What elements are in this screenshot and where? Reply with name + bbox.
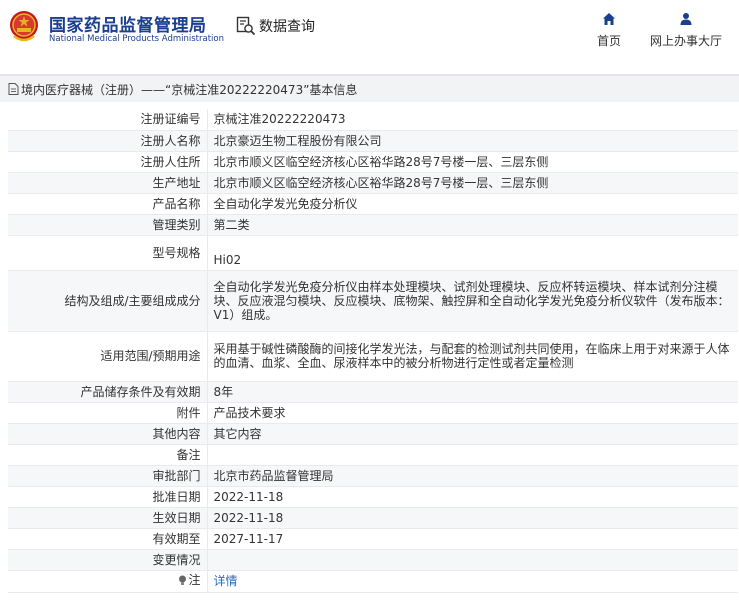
row-label: 备注	[8, 444, 207, 466]
table-row: 变更情况	[8, 549, 738, 571]
row-value: 北京市药品监督管理局	[206, 465, 738, 487]
table-row: 生效日期 2022-11-18	[8, 507, 738, 529]
row-label: 注册人住所	[8, 151, 207, 173]
row-label: 型号规格	[8, 235, 207, 271]
table-row: 适用范围/预期用途 采用基于碱性磷酸酶的间接化学发光法，与配套的检测试剂共同使用…	[8, 331, 738, 382]
row-value: 北京市顺义区临空经济核心区裕华路28号7号楼一层、三层东侧	[206, 172, 738, 194]
row-value	[206, 444, 738, 466]
row-value: 北京豪迈生物工程股份有限公司	[206, 130, 738, 152]
table-row: 其他内容 其它内容	[8, 423, 738, 445]
nav-home[interactable]: 首页	[597, 12, 621, 49]
table-row: 注册证编号 京械注准20222220473	[8, 109, 738, 131]
site-title-en: National Medical Products Administration	[49, 34, 224, 44]
table-row: 附件 产品技术要求	[8, 402, 738, 424]
row-value: Hi02	[206, 235, 738, 271]
row-label: 产品名称	[8, 193, 207, 215]
row-label: 产品储存条件及有效期	[8, 381, 207, 403]
row-value: 8年	[206, 381, 738, 403]
row-value: 2022-11-18	[206, 507, 738, 529]
document-icon	[8, 83, 19, 95]
row-label: 适用范围/预期用途	[8, 331, 207, 382]
table-row: 备注	[8, 444, 738, 466]
row-value	[206, 549, 738, 571]
table-row: 注 详情	[8, 570, 738, 593]
table-row: 注册人住所 北京市顺义区临空经济核心区裕华路28号7号楼一层、三层东侧	[8, 151, 738, 173]
row-value: 采用基于碱性磷酸酶的间接化学发光法，与配套的检测试剂共同使用，在临床上用于对来源…	[206, 331, 738, 382]
row-label: 附件	[8, 402, 207, 424]
table-row: 产品储存条件及有效期 8年	[8, 381, 738, 403]
row-label: 审批部门	[8, 465, 207, 487]
row-label: 变更情况	[8, 549, 207, 571]
table-row: 型号规格 Hi02	[8, 235, 738, 271]
row-value: 详情	[206, 570, 738, 593]
row-value: 2022-11-18	[206, 486, 738, 508]
row-value: 全自动化学发光免疫分析仪	[206, 193, 738, 215]
table-row: 生产地址 北京市顺义区临空经济核心区裕华路28号7号楼一层、三层东侧	[8, 172, 738, 194]
page-title-bar: 境内医疗器械（注册）——“京械注准20222220473”基本信息	[0, 74, 739, 102]
magnifier-document-icon	[236, 16, 256, 36]
user-icon	[680, 13, 692, 25]
nav-home-label: 首页	[597, 34, 622, 48]
row-value: 产品技术要求	[206, 402, 738, 424]
site-header: 国家药品监督管理局 National Medical Products Admi…	[0, 0, 739, 62]
table-row: 结构及组成/主要组成成分 全自动化学发光免疫分析仪由样本处理模块、试剂处理模块、…	[8, 270, 738, 332]
table-row: 审批部门 北京市药品监督管理局	[8, 465, 738, 487]
note-label: 注	[188, 573, 201, 588]
table-row: 注册人名称 北京豪迈生物工程股份有限公司	[8, 130, 738, 152]
table-row: 产品名称 全自动化学发光免疫分析仪	[8, 193, 738, 215]
row-value: 其它内容	[206, 423, 738, 445]
data-query-label: 数据查询	[259, 19, 315, 35]
registration-detail-table: 注册证编号 京械注准20222220473 注册人名称 北京豪迈生物工程股份有限…	[8, 109, 738, 593]
row-label: 结构及组成/主要组成成分	[8, 270, 207, 332]
table-row: 管理类别 第二类	[8, 214, 738, 236]
nav-online-service-label: 网上办事大厅	[650, 34, 723, 48]
lightbulb-icon	[179, 575, 187, 585]
row-label-note: 注	[8, 570, 207, 593]
row-value: 全自动化学发光免疫分析仪由样本处理模块、试剂处理模块、反应杯转运模块、样本试剂分…	[206, 270, 738, 332]
table-row: 有效期至 2027-11-17	[8, 528, 738, 550]
row-label: 有效期至	[8, 528, 207, 550]
row-value: 2027-11-17	[206, 528, 738, 550]
home-icon	[603, 13, 615, 25]
row-label: 生产地址	[8, 172, 207, 194]
note-label-wrap: 注	[178, 573, 201, 588]
row-label: 生效日期	[8, 507, 207, 529]
row-label: 注册人名称	[8, 130, 207, 152]
data-query-button[interactable]: 数据查询	[236, 16, 315, 36]
page-title: 境内医疗器械（注册）——“京械注准20222220473”基本信息	[21, 82, 358, 97]
nav-online-service[interactable]: 网上办事大厅	[650, 12, 722, 49]
national-emblem-icon	[10, 11, 38, 42]
row-value: 北京市顺义区临空经济核心区裕华路28号7号楼一层、三层东侧	[206, 151, 738, 173]
row-value: 京械注准20222220473	[206, 109, 738, 131]
site-title-cn: 国家药品监督管理局	[49, 16, 207, 36]
table-row: 批准日期 2022-11-18	[8, 486, 738, 508]
row-value: 第二类	[206, 214, 738, 236]
header-divider	[0, 62, 739, 74]
row-label: 批准日期	[8, 486, 207, 508]
row-label: 管理类别	[8, 214, 207, 236]
details-link[interactable]: 详情	[214, 574, 238, 588]
row-label: 其他内容	[8, 423, 207, 445]
row-label: 注册证编号	[8, 109, 207, 131]
